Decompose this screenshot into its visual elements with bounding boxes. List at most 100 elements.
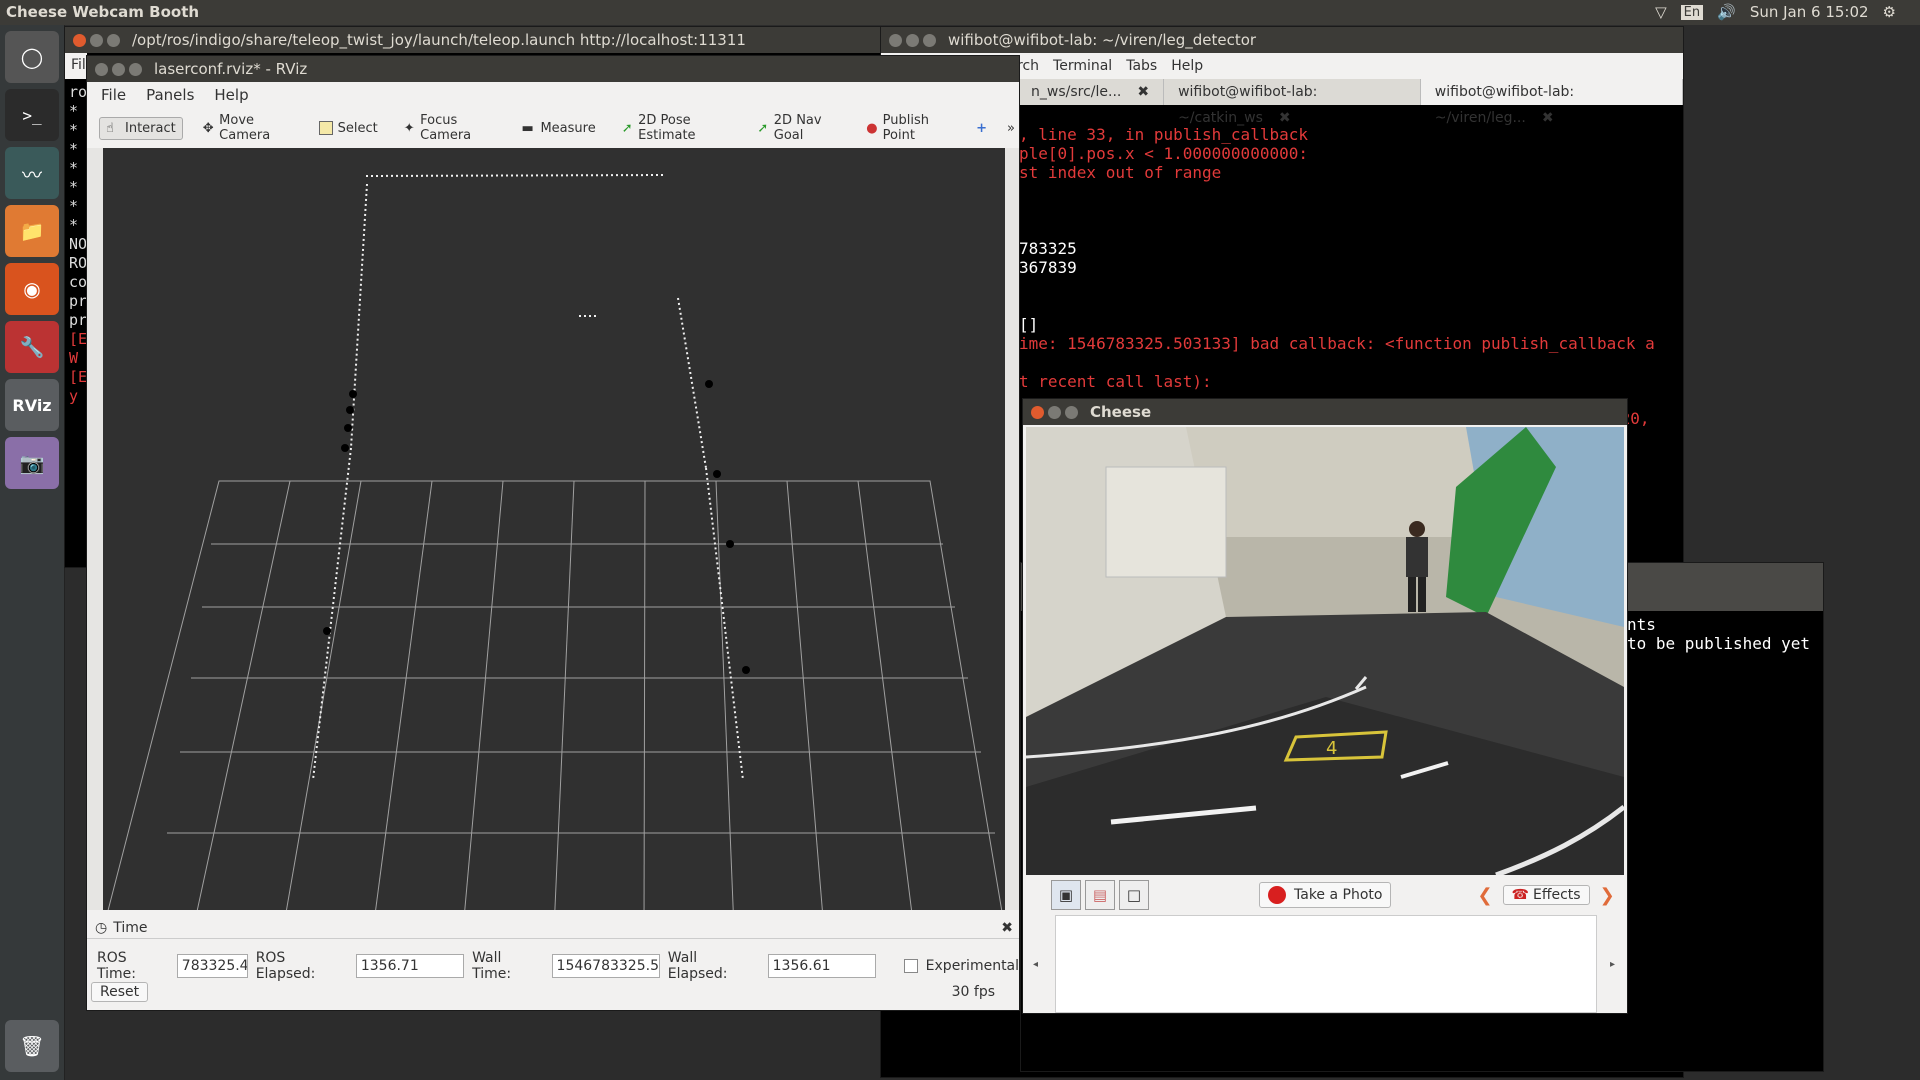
cheese-icon[interactable]: 📷: [5, 437, 59, 489]
close-icon[interactable]: [95, 62, 108, 76]
rviz-3d-view[interactable]: [102, 148, 1006, 931]
leg-terminal-output: , line 33, in publish_callback ple[0].pos…: [1019, 125, 1655, 391]
leg-menu-item[interactable]: Help: [1171, 58, 1203, 74]
wall-elapsed-field[interactable]: 1356.61: [767, 954, 876, 978]
tool-measure[interactable]: ▬ Measure: [515, 118, 601, 139]
trash-icon[interactable]: 🗑: [5, 1020, 59, 1072]
wifi-icon[interactable]: ▽: [1655, 3, 1667, 21]
minimize-icon[interactable]: [112, 62, 125, 76]
rviz-toolbar: ☝ Interact ✥ Move Camera Select ✦ Focus Cam…: [87, 108, 1019, 148]
terminal-line: co: [69, 273, 88, 291]
terminal-line: *: [69, 102, 79, 120]
terminal-tab[interactable]: wifibot@wifibot-lab: ~/catkin_ws ✖: [1164, 79, 1421, 126]
thumbs-scroll-right-icon[interactable]: ▸: [1610, 959, 1615, 970]
system-monitor-icon[interactable]: 〰: [5, 147, 59, 199]
left-dock-collapse[interactable]: [87, 148, 103, 910]
cheese-titlebar[interactable]: Cheese: [1023, 399, 1627, 425]
effects-button[interactable]: ☎ Effects: [1502, 885, 1590, 905]
terminal-line: to be published yet: [1627, 634, 1811, 653]
burst-mode-icon[interactable]: □: [1119, 880, 1149, 910]
terminal-line: [E: [69, 368, 88, 386]
close-icon[interactable]: [889, 33, 902, 47]
select-icon: [318, 121, 333, 135]
terminal-line: [E: [69, 330, 88, 348]
maximize-icon[interactable]: [1065, 405, 1078, 419]
leg-menu-item[interactable]: Terminal: [1053, 58, 1112, 74]
time-fields: ROS Time: 783325.48 ROS Elapsed: 1356.71…: [97, 950, 1019, 982]
ruler-icon: ▬: [521, 121, 534, 136]
menu-help[interactable]: Help: [214, 86, 248, 104]
maximize-icon[interactable]: [923, 33, 936, 47]
tool-2d-nav-goal[interactable]: ➚ 2D Nav Goal: [751, 110, 846, 146]
tool-focus-camera[interactable]: ✦ Focus Camera: [398, 110, 502, 146]
chevron-right-icon[interactable]: ❯: [1600, 885, 1615, 906]
ubuntu-dash-icon[interactable]: ◯: [5, 31, 59, 83]
terminal-tab[interactable]: n_ws/src/le... ✖: [1017, 79, 1165, 105]
ros-time-field[interactable]: 783325.48: [176, 954, 248, 978]
chevron-left-icon[interactable]: ❮: [1477, 885, 1492, 906]
close-icon[interactable]: [73, 33, 86, 47]
photo-mode-icon[interactable]: ▣: [1051, 880, 1081, 910]
maximize-icon[interactable]: [129, 62, 142, 76]
experimental-checkbox[interactable]: [903, 959, 918, 973]
close-tab-icon[interactable]: ✖: [1542, 110, 1554, 126]
take-photo-button[interactable]: Take a Photo: [1259, 882, 1392, 908]
terminal-line: *: [69, 159, 79, 177]
rviz-icon[interactable]: RViz: [5, 379, 59, 431]
terminal-line: W: [69, 349, 79, 367]
tool-publish-point-label: Publish Point: [882, 113, 929, 143]
leg-menu-item[interactable]: Tabs: [1126, 58, 1157, 74]
keyboard-layout-indicator[interactable]: En: [1680, 4, 1704, 20]
toolbar-overflow-icon[interactable]: »: [1007, 121, 1015, 136]
teleop-terminal-titlebar[interactable]: /opt/ros/indigo/share/teleop_twist_joy/l…: [65, 27, 885, 53]
volume-icon[interactable]: 🔊: [1717, 3, 1736, 21]
wall-time-field[interactable]: 1546783325.52: [551, 954, 660, 978]
close-tab-icon[interactable]: ✖: [1279, 110, 1291, 126]
close-tab-icon[interactable]: ✖: [1137, 84, 1149, 100]
firefox-icon[interactable]: ◉: [5, 263, 59, 315]
clock[interactable]: Sun Jan 6 15:02: [1750, 3, 1869, 21]
minimize-icon[interactable]: [1048, 405, 1061, 419]
leg-terminal-titlebar[interactable]: wifibot@wifibot-lab: ~/viren/leg_detecto…: [881, 27, 1683, 53]
leg-menu-item[interactable]: rch: [1017, 58, 1039, 74]
minimize-icon[interactable]: [90, 33, 103, 47]
video-mode-icon[interactable]: ▤: [1085, 880, 1115, 910]
add-tool-plus-icon[interactable]: +: [970, 118, 993, 139]
system-settings-icon[interactable]: 🔧: [5, 321, 59, 373]
terminal-line: , line 33, in publish_callback: [1019, 125, 1308, 144]
terminal-icon[interactable]: >_: [5, 89, 59, 141]
ros-elapsed-field[interactable]: 1356.71: [355, 954, 465, 978]
tool-move-camera-label: Move Camera: [219, 113, 271, 143]
floor-number-label: 4: [1326, 738, 1337, 759]
active-app-title: Cheese Webcam Booth: [6, 3, 200, 21]
small-terminal-output: nts to be published yet: [1627, 615, 1810, 653]
tool-publish-point[interactable]: ● Publish Point: [860, 110, 956, 146]
files-icon[interactable]: 📁: [5, 205, 59, 257]
close-panel-icon[interactable]: ✖: [1001, 920, 1013, 936]
power-gear-icon[interactable]: ⚙: [1883, 3, 1896, 21]
thumbs-scroll-left-icon[interactable]: ◂: [1033, 959, 1038, 970]
ros-elapsed-label: ROS Elapsed:: [255, 950, 316, 982]
maximize-icon[interactable]: [107, 33, 120, 47]
tool-2d-pose-estimate[interactable]: ➚ 2D Pose Estimate: [616, 110, 738, 146]
cheese-controls: ▣ ▤ □ Take a Photo ❮ ☎ Effects ❯: [1023, 875, 1627, 915]
tool-select[interactable]: Select: [313, 118, 384, 139]
terminal-line: *: [69, 140, 79, 158]
teleop-menu-file[interactable]: Fil: [65, 53, 87, 79]
photo-thumbnails[interactable]: [1055, 915, 1597, 1013]
close-icon[interactable]: [1031, 405, 1044, 419]
terminal-line: t recent call last):: [1019, 372, 1212, 391]
move-camera-icon: ✥: [202, 121, 214, 136]
tool-move-camera[interactable]: ✥ Move Camera: [197, 110, 299, 146]
reset-button[interactable]: Reset: [91, 982, 149, 1002]
tool-interact[interactable]: ☝ Interact: [99, 116, 183, 140]
minimize-icon[interactable]: [906, 33, 919, 47]
menu-panels[interactable]: Panels: [146, 86, 194, 104]
terminal-tab[interactable]: wifibot@wifibot-lab: ~/viren/leg... ✖: [1420, 79, 1683, 126]
rviz-titlebar[interactable]: laserconf.rviz* - RViz: [87, 56, 1019, 82]
right-dock-collapse[interactable]: [1005, 148, 1019, 910]
menu-file[interactable]: File: [101, 86, 126, 104]
leg-detections: [323, 380, 750, 674]
